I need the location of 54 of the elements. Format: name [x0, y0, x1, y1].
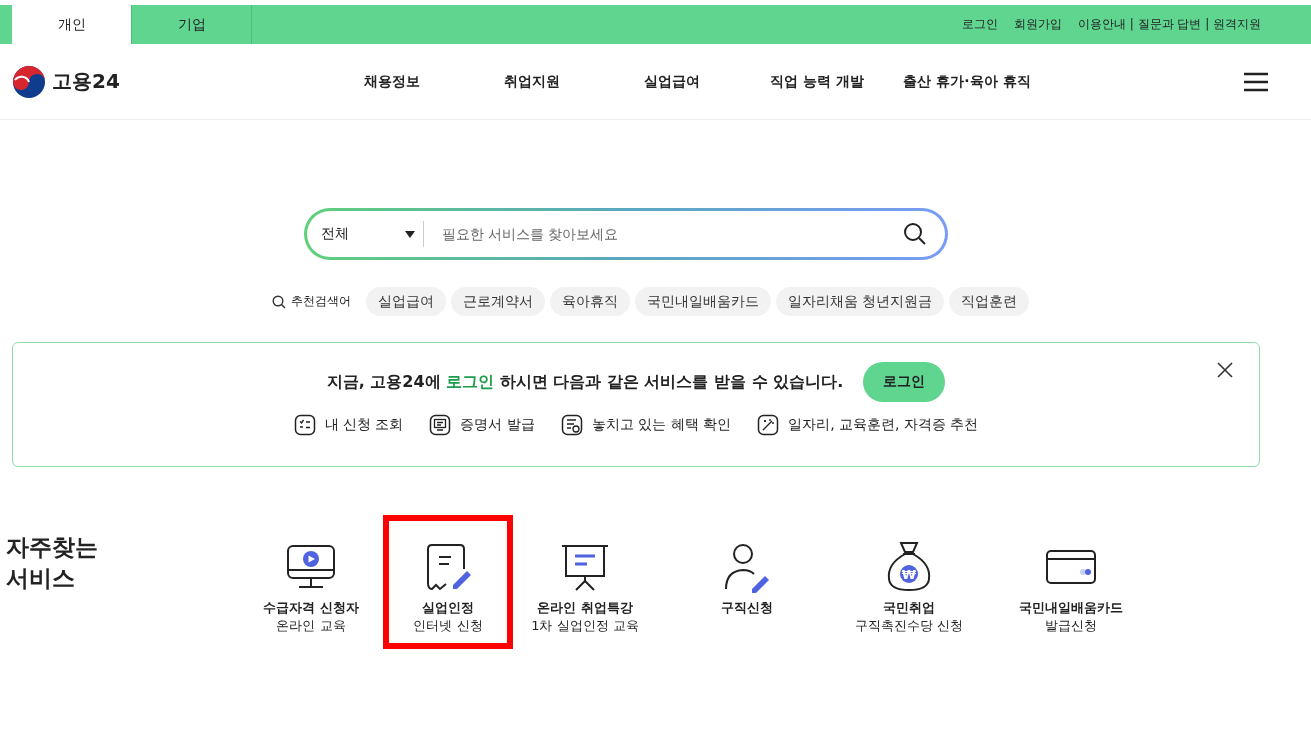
nav-link[interactable]: 실업급여 [602, 72, 742, 91]
service-title: 구직신청 [721, 599, 773, 617]
feature-link[interactable]: 일자리, 교육훈련, 자격증 추천 [788, 416, 979, 434]
keyword-tag[interactable]: 실업급여 [365, 287, 446, 316]
feature-link[interactable]: 내 신청 조회 [324, 416, 404, 434]
service-item[interactable]: 구직신청 [682, 515, 812, 649]
service-title: 온라인 취업특강 [537, 599, 633, 617]
checklist-icon [293, 414, 316, 436]
service-item[interactable]: 온라인 취업특강 1차 실업인정 교육 [520, 515, 650, 649]
login-button[interactable]: 로그인 [863, 362, 946, 402]
utility-link[interactable]: 회원가입 [1013, 16, 1062, 33]
service-item[interactable]: 실업인정 인터넷 신청 [383, 515, 513, 649]
service-item[interactable]: 국민내일배움카드 발급신청 [1006, 515, 1136, 649]
service-title: 실업인정 [422, 599, 474, 617]
keyword-tag[interactable]: 국민내일배움카드 [634, 287, 771, 316]
nav-link[interactable]: 채용정보 [322, 72, 462, 91]
keyword-tag[interactable]: 근로계약서 [450, 287, 545, 316]
certificate-icon [429, 414, 452, 436]
magic-wand-icon [757, 414, 780, 436]
service-subtitle: 발급신청 [1045, 617, 1097, 636]
service-subtitle: 인터넷 신청 [413, 617, 483, 636]
utility-link[interactable]: 이용안내 | 질문과 답변 | 원격지원 [1077, 16, 1261, 33]
service-item[interactable]: ₩ 국민취업 구직촉진수당 신청 [844, 515, 974, 649]
emblem-icon [12, 64, 46, 99]
banner-message: 지금, 고용24에 로그인 하시면 다음과 같은 서비스를 받을 수 있습니다. [326, 371, 844, 393]
nav-link[interactable]: 출산 휴가·육아 휴직 [892, 72, 1042, 91]
caret-icon [404, 230, 415, 238]
service-title: 수급자격 신청자 [263, 599, 359, 617]
keyword-tag[interactable]: 육아휴직 [549, 287, 630, 316]
close-icon[interactable] [1217, 362, 1233, 378]
document-icon [560, 414, 583, 436]
logo-text[interactable]: 고용24 [52, 68, 120, 95]
search-field[interactable]: 필요한 서비스를 찾아보세요 [423, 225, 903, 243]
menu-icon[interactable] [1243, 71, 1269, 92]
keyword-tag[interactable]: 일자리채움 청년지원금 [775, 287, 945, 316]
service-title: 국민내일배움카드 [1019, 599, 1123, 617]
search-icon [271, 294, 286, 309]
service-subtitle: 1차 실업인정 교육 [531, 617, 639, 636]
keyword-tag[interactable]: 직업훈련 [949, 287, 1030, 316]
tab[interactable]: 개인 [12, 5, 132, 44]
service-title: 국민취업 [883, 599, 935, 617]
recommended-label: 추천검색어 [290, 293, 351, 310]
search-icon[interactable] [902, 222, 927, 246]
feature-link[interactable]: 놓치고 있는 혜택 확인 [591, 416, 732, 434]
service-subtitle: 구직촉진수당 신청 [854, 617, 964, 636]
nav-link[interactable]: 직업 능력 개발 [742, 72, 892, 91]
section-title: 자주찾는 서비스 [6, 533, 99, 594]
feature-link[interactable]: 증명서 발급 [460, 416, 535, 434]
tab[interactable]: 기업 [132, 5, 252, 44]
nav-link[interactable]: 취업지원 [462, 72, 602, 91]
category-dropdown[interactable]: 전체 [320, 221, 424, 247]
service-subtitle: 온라인 교육 [276, 617, 346, 636]
service-item[interactable]: 수급자격 신청자 온라인 교육 [246, 515, 376, 649]
utility-link[interactable]: 로그인 [961, 16, 998, 33]
